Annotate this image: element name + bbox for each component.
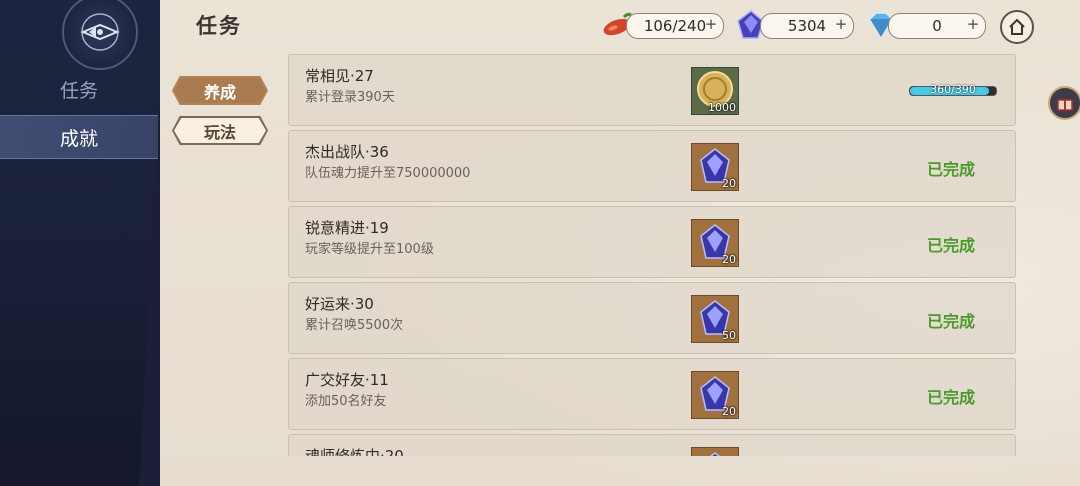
diamond-counter: 0 +: [888, 13, 986, 39]
completed-status: 已完成: [927, 388, 976, 407]
reward-slot[interactable]: 20: [691, 143, 739, 191]
event-badge-button[interactable]: [1048, 86, 1080, 120]
crystal-value: 5304: [787, 17, 827, 35]
list-item: 好运来·30 累计召唤5500次 50 已完成: [288, 282, 1016, 354]
reward-slot[interactable]: [691, 447, 739, 456]
reward-quantity: 20: [722, 405, 736, 418]
sidebar-item-label: 成就: [59, 127, 98, 150]
add-crystal-button[interactable]: +: [833, 17, 849, 33]
reward-slot[interactable]: 20: [691, 219, 739, 267]
page-title: 任务: [196, 14, 242, 38]
sidebar-item-label: 任务: [59, 79, 98, 102]
diamond-value: 0: [932, 17, 942, 35]
reward-slot[interactable]: 1000: [691, 67, 739, 115]
category-tab-cultivation[interactable]: 养成: [172, 76, 268, 105]
task-description: 累计召唤5500次: [305, 318, 404, 333]
task-name: 魂师修炼中·20: [305, 447, 404, 456]
task-name: 锐意精进·19: [305, 219, 389, 237]
task-description: 累计登录390天: [305, 90, 395, 105]
reward-quantity: 20: [722, 177, 736, 190]
task-name: 杰出战队·36: [305, 143, 389, 161]
list-item: 杰出战队·36 队伍魂力提升至750000000 20 已完成: [288, 130, 1016, 202]
stamina-counter: 106/240 +: [626, 13, 724, 39]
category-tab-gameplay[interactable]: 玩法: [172, 116, 268, 145]
sidebar-item-achievements[interactable]: 成就: [0, 115, 158, 159]
task-name: 好运来·30: [305, 295, 374, 313]
purple-crystal-icon: [709, 452, 721, 456]
list-item: 魂师修炼中·20: [288, 434, 1016, 456]
home-icon: [1009, 18, 1025, 35]
reward-quantity: 1000: [708, 101, 736, 114]
completed-status: 已完成: [927, 236, 976, 255]
compass-logo-icon: [62, 0, 138, 70]
add-diamond-button[interactable]: +: [965, 17, 981, 33]
category-tab-label: 玩法: [203, 122, 236, 142]
crystal-counter: 5304 +: [760, 13, 854, 39]
progress-bar: 360/390: [909, 83, 997, 96]
achievement-list[interactable]: 常相见·27 累计登录390天 1000 360/390 杰出战队·36 队伍魂…: [288, 54, 1016, 456]
reward-slot[interactable]: 50: [691, 295, 739, 343]
sidebar: 任务 成就: [0, 0, 170, 486]
reward-quantity: 50: [722, 329, 736, 342]
list-item: 锐意精进·19 玩家等级提升至100级 20 已完成: [288, 206, 1016, 278]
completed-status: 已完成: [927, 160, 976, 179]
add-stamina-button[interactable]: +: [703, 17, 719, 33]
stamina-value: 106/240: [643, 17, 707, 35]
gift-icon: [1057, 99, 1073, 111]
list-item: 广交好友·11 添加50名好友 20 已完成: [288, 358, 1016, 430]
home-button[interactable]: [1000, 10, 1034, 44]
task-name: 广交好友·11: [305, 371, 389, 389]
progress-text: 360/390: [930, 83, 976, 96]
completed-status: 已完成: [927, 312, 976, 331]
reward-slot[interactable]: 20: [691, 371, 739, 419]
category-tab-label: 养成: [203, 82, 236, 102]
sidebar-item-tasks[interactable]: 任务: [0, 68, 158, 110]
reward-quantity: 20: [722, 253, 736, 266]
task-description: 玩家等级提升至100级: [305, 242, 434, 257]
list-item: 常相见·27 累计登录390天 1000 360/390: [288, 54, 1016, 126]
task-name: 常相见·27: [305, 67, 374, 85]
task-description: 队伍魂力提升至750000000: [305, 166, 471, 181]
task-description: 添加50名好友: [305, 394, 387, 409]
